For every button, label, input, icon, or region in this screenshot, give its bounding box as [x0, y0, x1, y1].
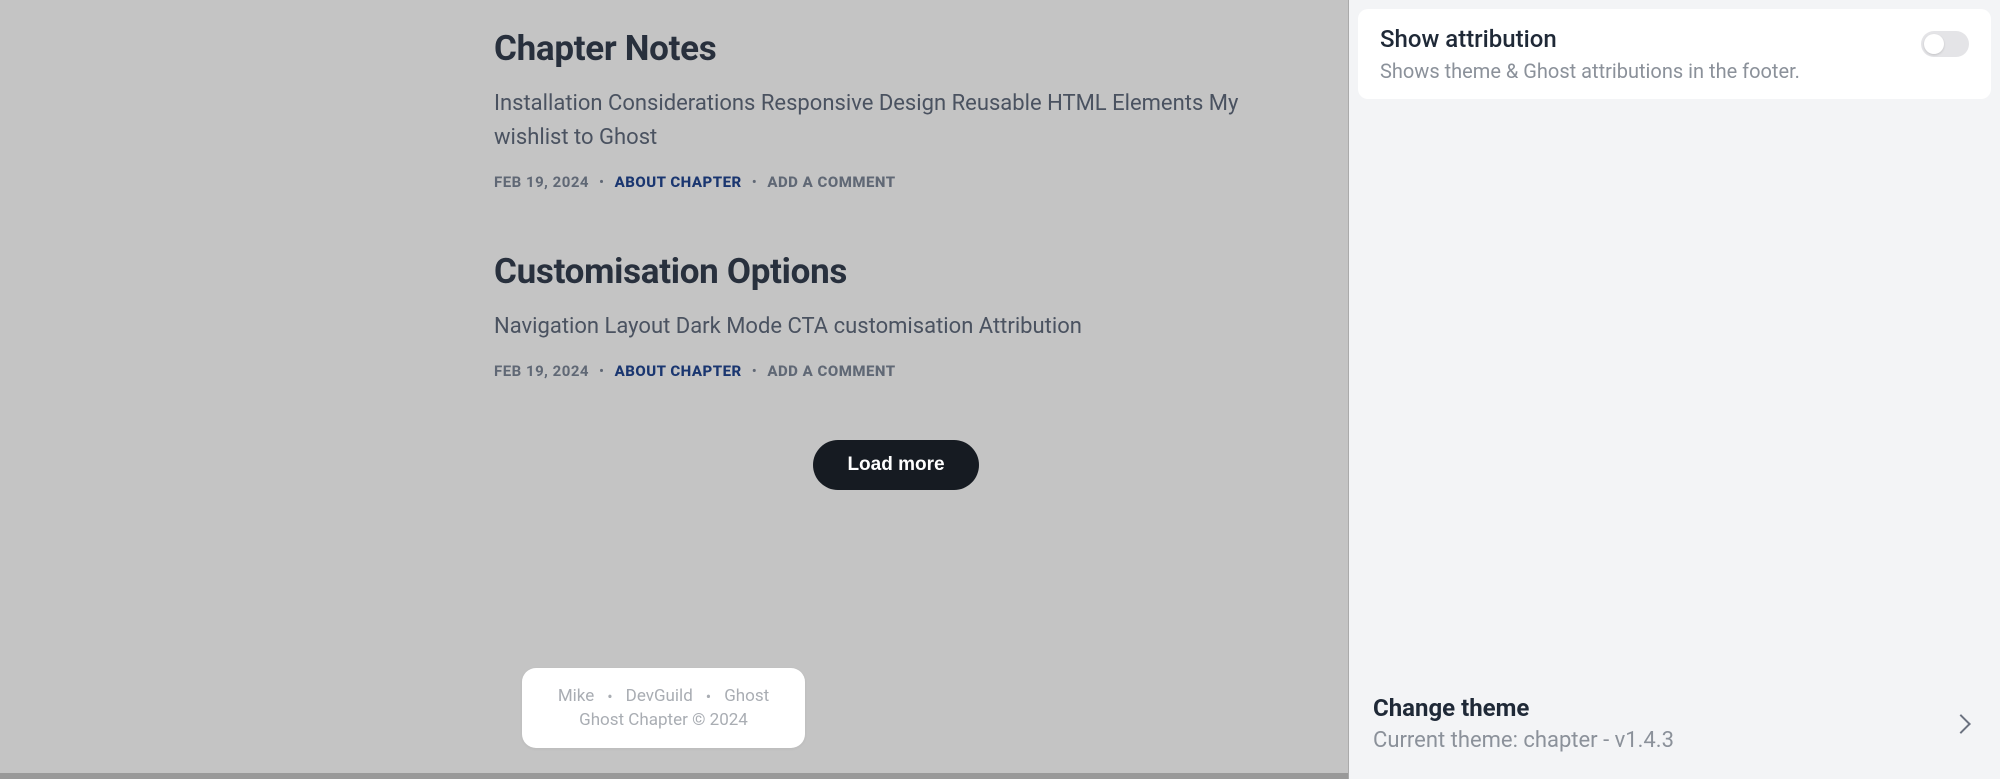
post-block: Customisation Options Navigation Layout … — [494, 251, 1298, 380]
meta-separator: • — [599, 362, 605, 380]
post-meta: FEB 19, 2024 • ABOUT CHAPTER • ADD A COM… — [494, 173, 1298, 191]
settings-sidebar: Show attribution Shows theme & Ghost att… — [1349, 0, 2000, 779]
setting-description: Shows theme & Ghost attributions in the … — [1380, 59, 1921, 83]
footer-copyright: Ghost Chapter © 2024 — [542, 710, 785, 730]
post-block: Chapter Notes Installation Consideration… — [494, 28, 1298, 191]
bottom-strip — [0, 773, 1348, 779]
toggle-knob — [1924, 34, 1944, 54]
add-comment-link[interactable]: ADD A COMMENT — [767, 173, 895, 191]
footer-link-mike[interactable]: Mike — [558, 686, 594, 706]
footer-links-row: Mike • DevGuild • Ghost — [542, 686, 785, 706]
setting-title: Show attribution — [1380, 25, 1921, 53]
preview-area: Chapter Notes Installation Consideration… — [0, 0, 1349, 779]
footer-separator: • — [607, 687, 612, 706]
post-tag-link[interactable]: ABOUT CHAPTER — [615, 362, 742, 380]
post-excerpt: Navigation Layout Dark Mode CTA customis… — [494, 310, 1254, 344]
content-wrapper: Chapter Notes Installation Consideration… — [0, 0, 1348, 490]
sidebar-spacer — [1349, 108, 2000, 670]
meta-separator: • — [752, 173, 758, 191]
footer-separator: • — [706, 687, 711, 706]
chevron-right-icon — [1951, 714, 1971, 734]
meta-separator: • — [599, 173, 605, 191]
setting-text: Show attribution Shows theme & Ghost att… — [1380, 25, 1921, 83]
change-theme-subtitle: Current theme: chapter - v1.4.3 — [1373, 728, 1674, 753]
post-date: FEB 19, 2024 — [494, 173, 589, 191]
load-more-button[interactable]: Load more — [813, 440, 978, 490]
change-theme-title: Change theme — [1373, 694, 1674, 722]
post-meta: FEB 19, 2024 • ABOUT CHAPTER • ADD A COM… — [494, 362, 1298, 380]
post-title[interactable]: Customisation Options — [494, 251, 1298, 292]
load-more-wrap: Load more — [494, 440, 1298, 490]
post-date: FEB 19, 2024 — [494, 362, 589, 380]
meta-separator: • — [752, 362, 758, 380]
change-theme-button[interactable]: Change theme Current theme: chapter - v1… — [1349, 670, 2000, 779]
add-comment-link[interactable]: ADD A COMMENT — [767, 362, 895, 380]
change-theme-text: Change theme Current theme: chapter - v1… — [1373, 694, 1674, 753]
footer-link-ghost[interactable]: Ghost — [724, 686, 769, 706]
show-attribution-setting: Show attribution Shows theme & Ghost att… — [1358, 9, 1991, 99]
footer-link-devguild[interactable]: DevGuild — [626, 686, 693, 706]
post-excerpt: Installation Considerations Responsive D… — [494, 87, 1254, 155]
post-tag-link[interactable]: ABOUT CHAPTER — [615, 173, 742, 191]
show-attribution-toggle[interactable] — [1921, 31, 1969, 57]
footer-attribution-card: Mike • DevGuild • Ghost Ghost Chapter © … — [522, 668, 805, 748]
post-title[interactable]: Chapter Notes — [494, 28, 1298, 69]
